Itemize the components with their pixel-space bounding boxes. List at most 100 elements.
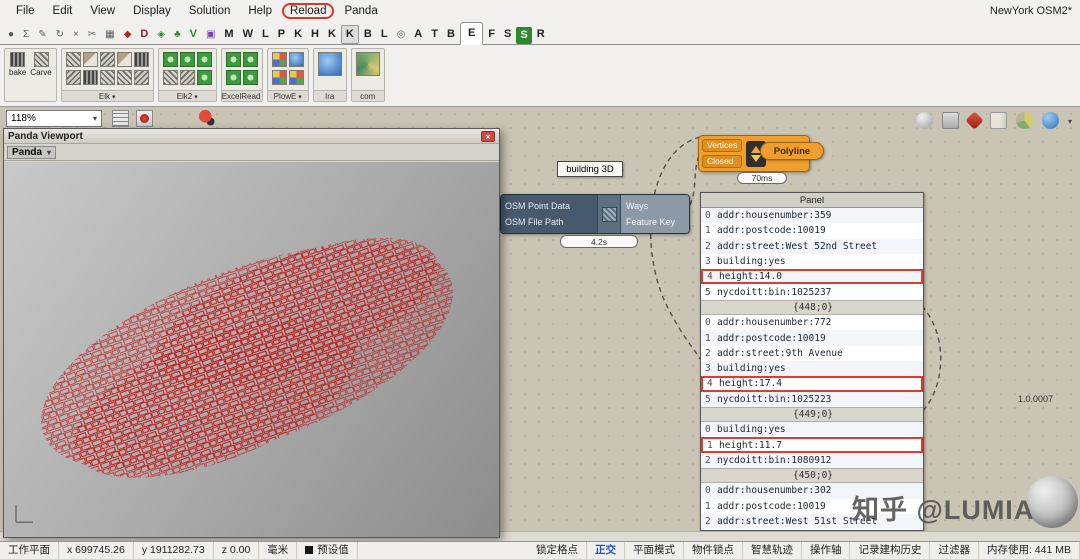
osm-data-component[interactable]: OSM Point Data OSM File Path Ways Featur…	[500, 194, 690, 234]
tool-icon[interactable]	[225, 70, 241, 85]
menu-item[interactable]: Panda	[336, 3, 385, 19]
tool-icon[interactable]	[355, 52, 380, 76]
tab[interactable]: K	[340, 25, 359, 44]
elk-group-label[interactable]: Elk	[61, 90, 153, 101]
bake-button[interactable]: bake	[9, 52, 26, 77]
status-toggle[interactable]: 正交	[587, 542, 625, 559]
carve-button[interactable]: Carve	[30, 52, 52, 77]
com-group-label[interactable]: com	[351, 90, 384, 101]
tab[interactable]: S	[516, 27, 532, 44]
osm-input-point-data[interactable]: OSM Point Data	[505, 201, 593, 211]
tab[interactable]: H	[307, 25, 323, 44]
tool-icon[interactable]	[133, 52, 149, 67]
menu-item[interactable]: Help	[240, 3, 280, 19]
elk2-group-label[interactable]: Elk2	[158, 90, 216, 101]
tab[interactable]: ✎	[34, 26, 50, 44]
tool-icon[interactable]	[99, 70, 115, 85]
polyline-input-closed[interactable]: Closed	[702, 155, 743, 168]
menu-item[interactable]: View	[82, 3, 123, 19]
tool-icon[interactable]	[196, 70, 212, 85]
zoom-select[interactable]: 118%	[6, 110, 102, 127]
tab[interactable]: F	[484, 25, 499, 44]
pie-display-icon[interactable]	[1015, 111, 1033, 129]
osm-output-ways[interactable]: Ways	[626, 201, 684, 211]
panda-viewport-window[interactable]: Panda Viewport × Panda	[3, 128, 500, 538]
tool-icon[interactable]	[65, 52, 81, 67]
tab[interactable]: K	[290, 25, 306, 44]
gem-icon[interactable]	[965, 110, 984, 130]
tool-icon[interactable]	[242, 52, 258, 67]
panel-title[interactable]: Panel	[701, 193, 923, 208]
osm-output-feature-key[interactable]: Feature Key	[626, 217, 684, 227]
tab[interactable]: Σ	[19, 26, 33, 44]
ira-group-label[interactable]: Ira	[313, 90, 346, 101]
tab[interactable]: ▦	[101, 26, 118, 44]
tab[interactable]: M	[220, 25, 237, 44]
status-toggle[interactable]: 平面模式	[625, 542, 684, 559]
materials-icon[interactable]	[989, 111, 1007, 129]
osm-input-file-path[interactable]: OSM File Path	[505, 217, 593, 227]
tool-icon[interactable]	[288, 70, 304, 85]
osm-component-body[interactable]	[597, 195, 621, 233]
tab[interactable]: ♣	[170, 26, 185, 44]
tool-icon[interactable]	[82, 52, 98, 67]
excelread-group-label[interactable]: ExcelRead	[221, 90, 262, 101]
tab[interactable]: B	[360, 25, 376, 44]
tool-icon[interactable]	[196, 52, 212, 67]
menu-item[interactable]: Solution	[181, 3, 239, 19]
tool-icon[interactable]	[99, 52, 115, 67]
tab[interactable]: S	[500, 25, 515, 44]
tool-icon[interactable]	[288, 52, 304, 67]
tab[interactable]: W	[239, 25, 257, 44]
tab[interactable]: K	[324, 25, 340, 44]
status-toggle[interactable]: 记录建构历史	[850, 542, 931, 559]
tool-icon[interactable]	[317, 52, 342, 76]
tab[interactable]: V	[186, 25, 201, 44]
tab[interactable]: L	[377, 25, 392, 44]
tool-icon[interactable]	[116, 70, 132, 85]
tab[interactable]: ◈	[153, 26, 169, 44]
menu-item[interactable]: File	[8, 3, 43, 19]
tool-icon[interactable]	[271, 70, 287, 85]
menu-item[interactable]: Reload	[282, 3, 335, 19]
tab[interactable]: T	[427, 25, 442, 44]
status-toggle[interactable]: 物件锁点	[684, 542, 743, 559]
tool-icon[interactable]	[65, 70, 81, 85]
viewport-titlebar[interactable]: Panda Viewport ×	[4, 129, 499, 144]
chevron-down-icon[interactable]	[1068, 111, 1072, 129]
viewport-3d-view[interactable]	[4, 162, 499, 537]
tab[interactable]: ×	[69, 26, 83, 44]
tool-icon[interactable]	[133, 70, 149, 85]
tab[interactable]: ↻	[52, 26, 68, 44]
tool-icon[interactable]	[82, 70, 98, 85]
tab[interactable]: ▣	[202, 26, 219, 44]
tab[interactable]: ●	[4, 26, 18, 44]
plowe-group-label[interactable]: PlowE	[267, 90, 308, 101]
status-toggle[interactable]: 操作轴	[802, 542, 851, 559]
tab[interactable]: B	[443, 25, 459, 44]
shaded-view-icon[interactable]	[915, 111, 933, 129]
tool-icon[interactable]	[242, 70, 258, 85]
tool-icon[interactable]	[162, 52, 178, 67]
tab[interactable]: L	[258, 25, 273, 44]
menu-item[interactable]: Edit	[45, 3, 81, 19]
tab[interactable]: ◆	[120, 26, 136, 44]
tool-icon[interactable]	[179, 70, 195, 85]
status-toggle[interactable]: 过滤器	[930, 542, 979, 559]
polyline-capsule[interactable]: Polyline	[760, 142, 824, 160]
layers-icon[interactable]	[941, 111, 959, 129]
gh-panel[interactable]: Panel 0 addr:housenumber:359 1 addr:post…	[700, 192, 924, 531]
tab[interactable]: A	[410, 25, 426, 44]
building-3d-label[interactable]: building 3D	[557, 161, 623, 177]
panda-menu-button[interactable]: Panda	[7, 145, 57, 159]
canvas-grid-icon[interactable]	[112, 110, 129, 127]
tab[interactable]: P	[274, 25, 289, 44]
globe-icon[interactable]	[1041, 111, 1059, 129]
status-toggle[interactable]: 智慧轨迹	[743, 542, 802, 559]
status-toggle[interactable]: 内存使用: 441 MB	[979, 542, 1080, 559]
close-icon[interactable]: ×	[481, 130, 495, 142]
tool-icon[interactable]	[179, 52, 195, 67]
tab[interactable]: ◎	[393, 26, 410, 44]
tool-icon[interactable]	[162, 70, 178, 85]
menu-item[interactable]: Display	[125, 3, 179, 19]
